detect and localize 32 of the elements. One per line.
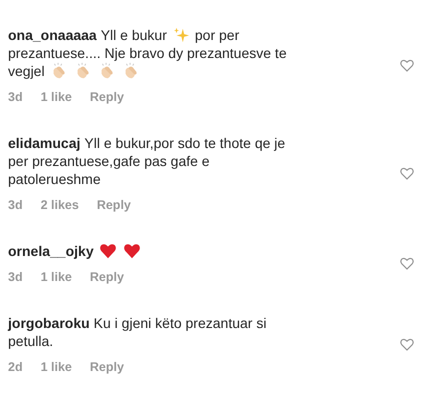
like-icon[interactable] [400, 256, 414, 270]
username[interactable]: ona_onaaaaa [8, 26, 97, 44]
comment-text: patolerueshme [8, 170, 101, 188]
reply-button[interactable]: Reply [90, 360, 124, 374]
like-count[interactable]: 1 like [40, 90, 72, 104]
like-count[interactable]: 2 likes [40, 198, 79, 212]
like-count[interactable]: 1 like [40, 270, 72, 284]
comment-text: vegjel [8, 62, 45, 80]
like-count[interactable]: 1 like [40, 360, 72, 374]
comment-text: por per [194, 26, 240, 44]
comment-time: 2d [8, 360, 23, 374]
reply-button[interactable]: Reply [90, 270, 124, 284]
comment-text: Ku i gjeni këto prezantuar si [94, 314, 266, 332]
like-icon[interactable] [400, 166, 414, 180]
comment-text: prezantuese.... Nje bravo dy prezantuesve te [8, 44, 287, 62]
like-icon[interactable] [400, 58, 414, 72]
comment-text: petulla. [8, 332, 54, 350]
username[interactable]: ornela__ojky [8, 242, 94, 260]
comment-text: Yll e bukur [100, 26, 167, 44]
comment-text: Yll e bukur,por sdo te thote qe je [84, 134, 286, 152]
comment-time: 3d [8, 198, 23, 212]
sparkles-icon [172, 26, 190, 44]
reply-button[interactable]: Reply [96, 198, 131, 212]
username[interactable]: elidamucaj [8, 134, 80, 152]
comment-time: 3d [8, 90, 23, 104]
like-icon[interactable] [400, 338, 414, 350]
comment-text: per prezantuese,gafe pas gafe e [8, 152, 210, 170]
heart-icon [122, 242, 141, 260]
username[interactable]: jorgobaroku [8, 314, 90, 332]
comment-time: 3d [8, 270, 23, 284]
reply-button[interactable]: Reply [90, 90, 124, 104]
heart-icon [98, 242, 117, 260]
